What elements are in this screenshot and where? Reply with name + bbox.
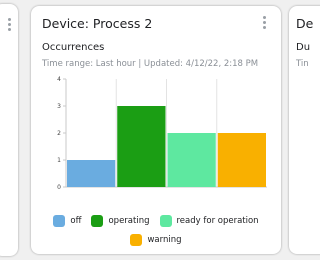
- card-title: Device: Process 2: [42, 16, 153, 31]
- legend-row-2: warning: [31, 232, 281, 248]
- next-card: De Du Tin: [289, 6, 320, 254]
- legend-label: operating: [108, 216, 150, 226]
- bar-ready-for-operation: [167, 133, 216, 187]
- legend-item-ready-for-operation[interactable]: ready for operation: [159, 215, 259, 227]
- more-vert-icon[interactable]: [8, 18, 12, 33]
- legend-label: warning: [147, 235, 182, 245]
- more-vert-icon[interactable]: [260, 16, 268, 32]
- bar-operating: [117, 106, 166, 187]
- chart-legend: off operating ready for operation warnin…: [31, 213, 281, 248]
- bar-off: [67, 160, 116, 187]
- y-tick-label: 2: [57, 130, 61, 137]
- occurrences-bar-chart: 0 1 2 3 4: [57, 76, 267, 191]
- next-card-title: De: [296, 16, 314, 31]
- legend-item-warning[interactable]: warning: [130, 234, 182, 246]
- legend-swatch: [53, 215, 66, 227]
- next-card-meta: Tin: [296, 59, 309, 69]
- legend-item-off[interactable]: off: [53, 215, 81, 227]
- y-tick-label: 3: [57, 103, 61, 110]
- next-card-section-title: Du: [296, 42, 311, 53]
- legend-label: off: [70, 216, 82, 226]
- legend-row-1: off operating ready for operation: [31, 213, 281, 229]
- device-card: Device: Process 2 Occurrences Time range…: [31, 6, 281, 254]
- legend-swatch: [159, 215, 172, 227]
- y-tick-label: 0: [57, 184, 61, 191]
- previous-card: [0, 4, 18, 256]
- legend-item-operating[interactable]: operating: [91, 215, 150, 227]
- legend-swatch: [91, 215, 104, 227]
- y-tick-label: 1: [57, 157, 61, 164]
- bar-warning: [217, 133, 266, 187]
- legend-label: ready for operation: [176, 216, 259, 226]
- section-title: Occurrences: [42, 42, 105, 53]
- legend-swatch: [130, 234, 143, 246]
- y-tick-label: 4: [57, 76, 61, 83]
- time-range-meta: Time range: Last hour | Updated: 4/12/22…: [42, 59, 259, 69]
